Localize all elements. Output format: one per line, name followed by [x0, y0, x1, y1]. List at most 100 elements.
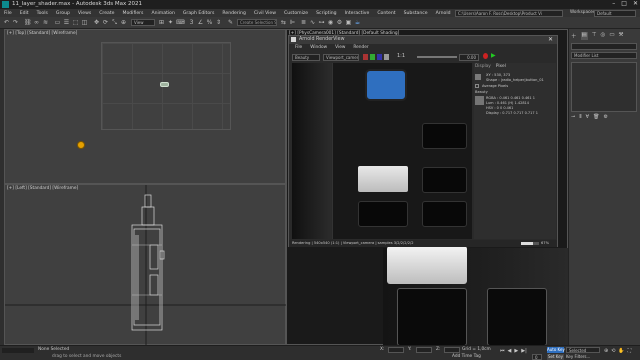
- previous-frame-icon[interactable]: ◀: [508, 348, 512, 354]
- pin-stack-icon[interactable]: ⊸: [571, 114, 575, 120]
- snaps-toggle-icon[interactable]: 3: [188, 19, 195, 26]
- menu-interactive[interactable]: Interactive: [341, 11, 374, 16]
- tab-pixel[interactable]: Pixel: [496, 64, 506, 69]
- select-object-icon[interactable]: ▭: [54, 19, 61, 26]
- workspaces-dropdown[interactable]: Default: [594, 10, 636, 17]
- redo-icon[interactable]: ↷: [12, 19, 19, 26]
- set-key-button[interactable]: Set Key: [547, 354, 564, 360]
- select-by-name-icon[interactable]: ☰: [63, 19, 70, 26]
- exposure-slider[interactable]: [417, 56, 457, 58]
- select-and-move-icon[interactable]: ✥: [93, 19, 100, 26]
- renderview-menu-view[interactable]: View: [331, 45, 349, 50]
- render-production-icon[interactable]: ☕: [354, 19, 361, 26]
- renderview-menu-file[interactable]: File: [291, 45, 306, 50]
- unlink-icon[interactable]: ∞: [33, 19, 40, 26]
- schematic-view-icon[interactable]: ⊶: [318, 19, 325, 26]
- viewport-left[interactable]: [+] [Left] [Standard] [Wireframe]: [4, 184, 287, 346]
- menu-animation[interactable]: Animation: [147, 11, 178, 16]
- named-selection-set-input[interactable]: Create Selection Se: [237, 19, 277, 26]
- create-tab-icon[interactable]: ＋: [571, 32, 577, 40]
- viewport-top[interactable]: [+] [Top] [Standard] [Wireframe]: [4, 29, 286, 184]
- z-coordinate-field[interactable]: [444, 347, 460, 353]
- menu-civil-view[interactable]: Civil View: [250, 11, 280, 16]
- average-pixels-checkbox[interactable]: [475, 84, 479, 88]
- maximize-button[interactable]: □: [621, 0, 627, 9]
- aov-dropdown[interactable]: Beauty: [292, 54, 320, 61]
- play-icon[interactable]: ▶: [514, 348, 518, 354]
- select-and-rotate-icon[interactable]: ⟳: [102, 19, 109, 26]
- green-channel-icon[interactable]: [370, 54, 375, 60]
- arnold-renderview-window[interactable]: Arnold RenderView ✕ File Window View Ren…: [288, 35, 558, 247]
- modify-tab-icon[interactable]: ▤: [580, 32, 588, 40]
- light-icon[interactable]: [77, 141, 85, 149]
- key-mode-dropdown[interactable]: Selected: [566, 347, 600, 353]
- pan-icon[interactable]: ✋: [618, 348, 624, 354]
- menu-graph-editors[interactable]: Graph Editors: [179, 11, 219, 16]
- curve-editor-icon[interactable]: ∿: [309, 19, 316, 26]
- window-crossing-icon[interactable]: ◫: [81, 19, 88, 26]
- make-unique-icon[interactable]: ∀: [586, 114, 589, 120]
- alpha-channel-icon[interactable]: [384, 54, 389, 60]
- link-icon[interactable]: ⛓: [24, 19, 32, 26]
- layer-explorer-icon[interactable]: ≣: [300, 19, 307, 26]
- menu-edit[interactable]: Edit: [16, 11, 33, 16]
- renderview-menu-render[interactable]: Render: [349, 45, 372, 50]
- show-end-result-icon[interactable]: Ⅱ: [579, 114, 581, 120]
- utilities-tab-icon[interactable]: ⚒: [619, 32, 624, 40]
- menu-customize[interactable]: Customize: [280, 11, 312, 16]
- key-filters-button[interactable]: Key Filters...: [566, 354, 590, 359]
- selected-object-gizmo[interactable]: [160, 82, 169, 87]
- motion-tab-icon[interactable]: ◎: [601, 32, 606, 40]
- zoom-icon[interactable]: ⊕: [604, 348, 608, 354]
- add-time-tag[interactable]: Add Time Tag: [452, 354, 481, 359]
- exposure-value[interactable]: 0.00: [459, 54, 479, 61]
- keyboard-shortcut-icon[interactable]: ⌨: [176, 19, 185, 26]
- configure-sets-icon[interactable]: ⚙: [603, 114, 607, 120]
- red-channel-icon[interactable]: [363, 54, 368, 60]
- select-and-scale-icon[interactable]: ⤡: [111, 19, 118, 26]
- render-image[interactable]: [292, 63, 472, 239]
- menu-modifiers[interactable]: Modifiers: [118, 11, 147, 16]
- minimize-button[interactable]: –: [612, 0, 615, 9]
- modifier-stack[interactable]: [571, 62, 637, 112]
- go-to-start-icon[interactable]: ⏮: [500, 348, 505, 354]
- play-render-icon[interactable]: ▶: [491, 53, 496, 59]
- menu-scripting[interactable]: Scripting: [312, 11, 340, 16]
- next-frame-icon[interactable]: ▶|: [521, 348, 527, 354]
- undo-icon[interactable]: ↶: [3, 19, 10, 26]
- display-tab-icon[interactable]: ▭: [609, 32, 614, 40]
- menu-views[interactable]: Views: [74, 11, 95, 16]
- bind-space-warp-icon[interactable]: ≋: [42, 19, 49, 26]
- pivot-center-icon[interactable]: ⊞: [158, 19, 165, 26]
- close-button[interactable]: ✕: [633, 0, 638, 9]
- menu-create[interactable]: Create: [95, 11, 118, 16]
- mirror-icon[interactable]: ⇆: [280, 19, 287, 26]
- align-icon[interactable]: ⊫: [289, 19, 296, 26]
- current-frame-field[interactable]: 0: [532, 354, 542, 360]
- auto-key-button[interactable]: Auto Key: [547, 347, 565, 353]
- menu-substance[interactable]: Substance: [400, 11, 432, 16]
- orbit-icon[interactable]: ⟲: [611, 348, 615, 354]
- camera-dropdown[interactable]: Viewport_camera: [323, 54, 359, 61]
- menu-rendering[interactable]: Rendering: [218, 11, 249, 16]
- menu-group[interactable]: Group: [52, 11, 74, 16]
- render-setup-icon[interactable]: ⚙: [336, 19, 343, 26]
- object-name-field[interactable]: [571, 43, 637, 50]
- menu-content[interactable]: Content: [373, 11, 399, 16]
- percent-snap-icon[interactable]: %: [206, 19, 213, 26]
- place-icon[interactable]: ⊕: [120, 19, 127, 26]
- renderview-menu-window[interactable]: Window: [306, 45, 331, 50]
- edit-named-selection-icon[interactable]: ✎: [227, 19, 234, 26]
- maximize-viewport-icon[interactable]: ⛶: [628, 348, 632, 354]
- tab-display[interactable]: Display: [475, 64, 491, 69]
- x-coordinate-field[interactable]: [388, 347, 404, 353]
- remove-modifier-icon[interactable]: 🗑: [593, 114, 599, 120]
- hierarchy-tab-icon[interactable]: ⊤: [592, 32, 597, 40]
- y-coordinate-field[interactable]: [416, 347, 432, 353]
- spinner-snap-icon[interactable]: ⇕: [215, 19, 222, 26]
- menu-file[interactable]: File: [0, 11, 16, 16]
- menu-tools[interactable]: Tools: [33, 11, 52, 16]
- select-manipulate-icon[interactable]: ✦: [167, 19, 174, 26]
- rendered-frame-window-icon[interactable]: ▣: [345, 19, 352, 26]
- project-path[interactable]: C:\Users\Aaron F. Ross\Desktop\Product V…: [455, 10, 563, 17]
